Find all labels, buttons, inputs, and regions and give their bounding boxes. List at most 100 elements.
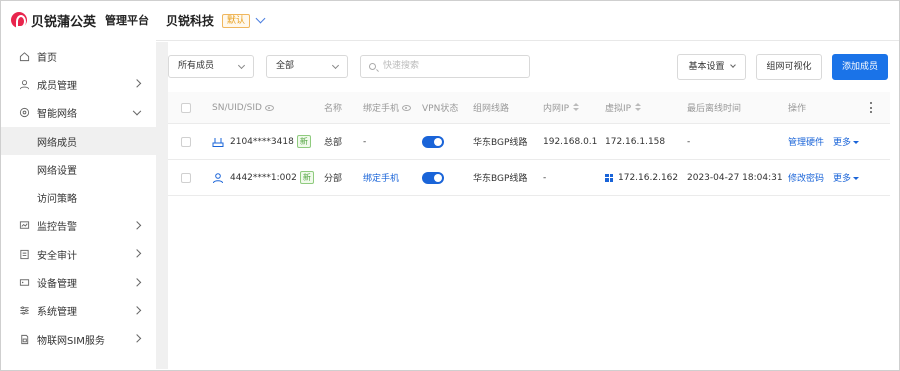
windows-icon [605, 173, 613, 182]
column-actions: 操作 [788, 92, 806, 123]
more-actions-link[interactable]: 更多 [833, 135, 860, 148]
row-checkbox[interactable] [181, 136, 191, 147]
sidebar-item-access-policy[interactable]: 访问策略 [1, 183, 156, 211]
more-label: 更多 [833, 174, 852, 184]
column-sn[interactable]: SN/UID/SID [212, 92, 274, 123]
eye-icon[interactable] [402, 104, 412, 111]
column-phone-label: 绑定手机 [363, 104, 400, 114]
sidebar-item-network-members[interactable]: 网络成员 [1, 126, 156, 156]
sidebar-item-label: 成员管理 [37, 80, 77, 92]
monitor-icon [18, 220, 30, 232]
chevron-down-icon [331, 61, 340, 70]
member-phone: - [363, 136, 367, 147]
sort-icon [635, 103, 642, 112]
select-all-checkbox[interactable] [181, 102, 191, 113]
column-sn-label: SN/UID/SID [212, 102, 262, 113]
member-sn: 4442****1:002 [230, 172, 297, 183]
member-name: 总部 [324, 138, 343, 148]
table-row: 4442****1:002 新 分部 绑定手机 华东BGP线路 - 172.16… [168, 160, 890, 196]
brand-logo[interactable]: 贝锐蒲公英 管理平台 [11, 11, 149, 30]
sidebar: 贝锐蒲公英 管理平台 首页 成员管理 智能网络 网络成员 网络设置 访问策略 监… [1, 1, 156, 370]
sidebar-item-network-settings[interactable]: 网络设置 [1, 155, 156, 183]
scope-filter-select[interactable]: 全部 [266, 55, 348, 78]
manage-hardware-link[interactable]: 管理硬件 [788, 135, 824, 148]
column-last-online: 最后离线时间 [687, 92, 741, 123]
members-table: SN/UID/SID 名称 绑定手机 VPN状态 组网线路 内网IP 虚拟IP … [168, 92, 890, 196]
column-vpn-label: VPN状态 [422, 104, 459, 114]
sidebar-item-monitoring[interactable]: 监控告警 [1, 212, 156, 240]
column-virtual-ip[interactable]: 虚拟IP [605, 92, 642, 123]
sidebar-item-label: 访问策略 [37, 194, 77, 206]
member-route: 华东BGP线路 [473, 138, 528, 148]
sidebar-item-members[interactable]: 成员管理 [1, 70, 156, 98]
row-checkbox[interactable] [181, 172, 191, 183]
sidebar-item-home[interactable]: 首页 [1, 42, 156, 70]
column-route: 组网线路 [473, 92, 509, 123]
bind-phone-link[interactable]: 绑定手机 [363, 171, 399, 184]
audit-icon [18, 248, 30, 260]
column-virtual-ip-label: 虚拟IP [605, 104, 632, 114]
chevron-down-icon [132, 106, 142, 116]
column-name-label: 名称 [324, 104, 343, 114]
member-lan-ip: - [543, 172, 547, 183]
sidebar-nav: 首页 成员管理 智能网络 网络成员 网络设置 访问策略 监控告警 安全审计 设备… [1, 42, 156, 353]
default-badge: 默认 [222, 13, 251, 28]
logo-icon [11, 12, 27, 28]
column-actions-label: 操作 [788, 104, 807, 114]
toolbar: 所有成员 全部 快速搜索 基本设置 组网可视化 添加成员 [168, 54, 890, 80]
settings-icon [18, 305, 30, 317]
sidebar-item-label: 物联网SIM服务 [37, 335, 105, 347]
column-phone: 绑定手机 [363, 92, 412, 123]
new-tag: 新 [299, 171, 314, 184]
column-last-online-label: 最后离线时间 [687, 104, 742, 114]
add-member-button[interactable]: 添加成员 [832, 54, 888, 80]
sidebar-item-label: 智能网络 [37, 109, 77, 121]
member-virtual-ip: 172.16.2.162 [618, 172, 679, 183]
sidebar-item-device-management[interactable]: 设备管理 [1, 268, 156, 296]
search-icon [369, 63, 376, 70]
brand-name: 贝锐蒲公英 [31, 14, 97, 30]
add-member-label: 添加成员 [841, 62, 878, 72]
search-input[interactable]: 快速搜索 [360, 55, 530, 78]
chevron-down-icon [237, 61, 246, 70]
vpn-toggle[interactable] [422, 135, 444, 148]
caret-down-icon [853, 141, 860, 144]
chevron-right-icon [132, 305, 142, 315]
change-password-link[interactable]: 修改密码 [788, 171, 824, 184]
chevron-right-icon [132, 79, 142, 89]
sidebar-item-system-management[interactable]: 系统管理 [1, 297, 156, 325]
column-vpn: VPN状态 [422, 92, 458, 123]
sidebar-item-label: 系统管理 [37, 307, 77, 319]
sidebar-item-label: 网络设置 [37, 165, 77, 177]
new-tag: 新 [296, 135, 311, 148]
column-lan-ip[interactable]: 内网IP [543, 92, 580, 123]
network-visualize-button[interactable]: 组网可视化 [756, 54, 822, 80]
sidebar-item-label: 网络成员 [37, 137, 77, 149]
chevron-right-icon [132, 249, 142, 258]
content-gutter [156, 42, 168, 369]
sort-icon [573, 103, 580, 112]
sidebar-item-iot-sim[interactable]: 物联网SIM服务 [1, 325, 156, 353]
member-sn: 2104****3418 [230, 136, 294, 147]
basic-settings-button[interactable]: 基本设置 [677, 54, 746, 80]
sidebar-item-smart-network[interactable]: 智能网络 [1, 99, 156, 127]
member-filter-select[interactable]: 所有成员 [168, 55, 254, 78]
org-name[interactable]: 贝锐科技 [166, 12, 214, 29]
more-label: 更多 [833, 138, 852, 148]
chevron-down-icon[interactable] [255, 13, 266, 24]
top-bar: 贝锐科技 默认 [156, 1, 899, 41]
more-actions-link[interactable]: 更多 [833, 171, 860, 184]
scope-filter-value: 全部 [276, 61, 295, 71]
sidebar-item-security-audit[interactable]: 安全审计 [1, 240, 156, 268]
user-icon [213, 172, 223, 183]
vpn-toggle[interactable] [422, 171, 444, 184]
column-lan-ip-label: 内网IP [543, 104, 570, 114]
home-icon [18, 50, 30, 62]
eye-icon[interactable] [264, 104, 274, 111]
device-icon [18, 277, 30, 289]
member-last-online: 2023-04-27 18:04:31 [687, 172, 783, 183]
column-route-label: 组网线路 [473, 104, 510, 114]
member-filter-value: 所有成员 [178, 61, 215, 71]
sidebar-item-label: 首页 [37, 52, 57, 64]
column-settings-icon[interactable] [870, 102, 873, 113]
